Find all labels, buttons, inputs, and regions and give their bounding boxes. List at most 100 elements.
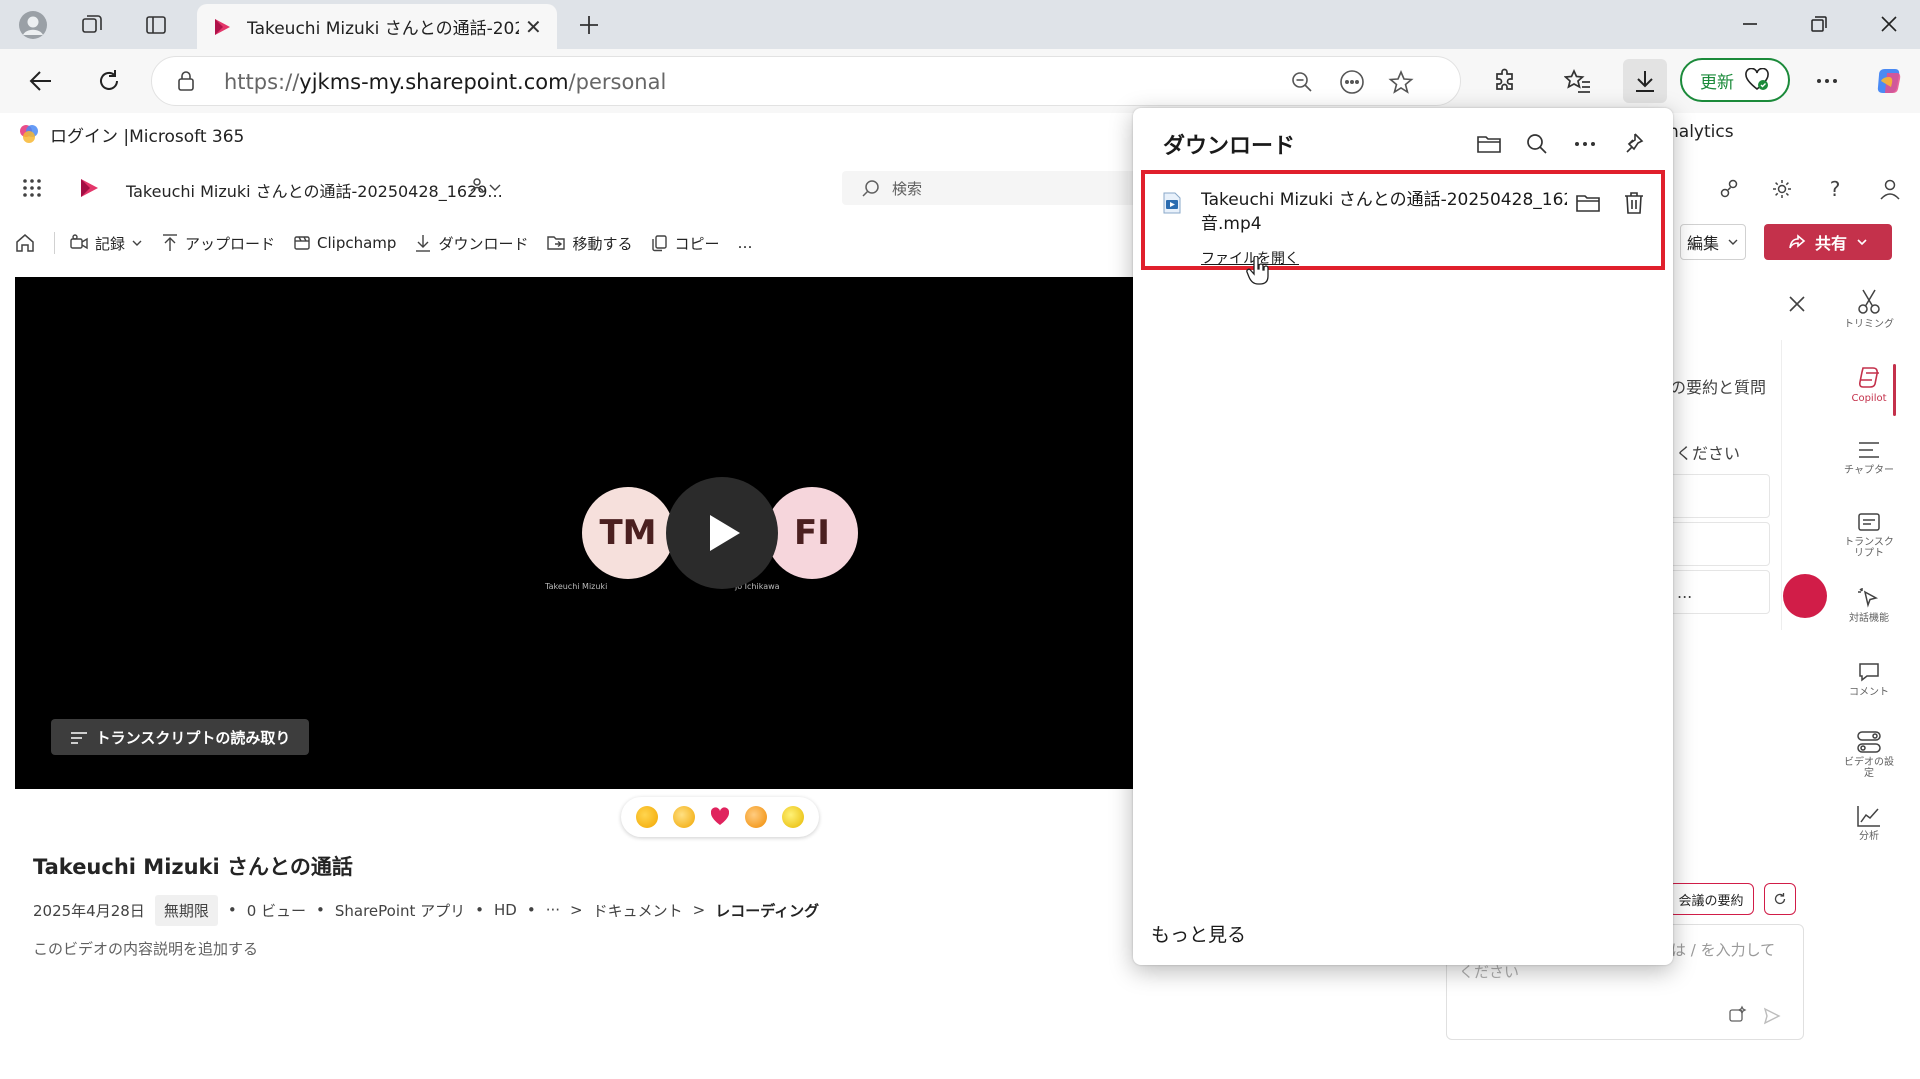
pin-icon[interactable] [1617, 128, 1649, 160]
new-tab-icon[interactable] [571, 8, 607, 42]
downloads-icon[interactable] [1623, 59, 1667, 103]
comment-icon [1859, 663, 1879, 682]
interactive-record-dot[interactable] [1783, 574, 1827, 618]
share-icon [1789, 234, 1806, 249]
rail-copilot[interactable]: Copilot [1834, 364, 1904, 404]
command-bar: 記録 アップロード Clipchamp ダウンロード 移動する コピー … [14, 222, 1128, 264]
meta-separator: • [526, 901, 536, 919]
lock-icon[interactable] [176, 70, 196, 92]
quality-label: HD [494, 901, 517, 919]
copilot-suggestion-3[interactable]: ... [1662, 570, 1770, 614]
bookmark-m365-login[interactable]: ログイン |Microsoft 365 [50, 122, 244, 147]
meta-separator: • [227, 901, 237, 919]
address-bar[interactable]: https://yjkms-my.sharepoint.com/personal [151, 56, 1461, 106]
url-text[interactable]: https://yjkms-my.sharepoint.com/personal [224, 70, 666, 94]
copy-button[interactable]: コピー [650, 233, 720, 254]
tab-close-icon[interactable]: ✕ [525, 15, 542, 39]
rail-video-settings[interactable]: ビデオの設 定 [1834, 730, 1904, 779]
share-people-dropdown-icon[interactable] [470, 176, 504, 196]
heart-reaction-icon[interactable] [709, 806, 731, 828]
clipchamp-button[interactable]: Clipchamp [293, 234, 396, 252]
video-player[interactable]: TM FI Takeuchi Mizuki jo Ichikawa トランスクリ… [15, 277, 1133, 789]
meeting-summary-chip[interactable]: 会議の要約 [1668, 883, 1754, 915]
reading-mode-icon[interactable] [1339, 69, 1365, 95]
retention-badge[interactable]: 無期限 [154, 894, 218, 926]
breadcrumb-ellipsis[interactable]: ··· [546, 901, 560, 919]
update-label: 更新 [1700, 72, 1734, 93]
upload-label: アップロード [185, 234, 276, 253]
close-window-icon[interactable] [1864, 6, 1914, 42]
see-more-link[interactable]: もっと見る [1151, 920, 1246, 947]
edit-button[interactable]: 編集 [1680, 224, 1746, 260]
clap-reaction-icon[interactable] [781, 806, 804, 828]
favorite-star-icon[interactable] [1388, 69, 1414, 95]
add-description-link[interactable]: このビデオの内容説明を追加する [33, 938, 258, 959]
open-downloads-folder-icon[interactable] [1473, 128, 1505, 160]
copilot-browser-icon[interactable] [1868, 61, 1910, 101]
downloads-more-icon[interactable] [1569, 128, 1601, 160]
settings-more-icon[interactable] [1806, 61, 1848, 101]
teams-share-icon[interactable] [1714, 174, 1744, 204]
search-downloads-icon[interactable] [1521, 128, 1553, 160]
send-icon[interactable] [1763, 1007, 1781, 1025]
help-icon[interactable]: ? [1820, 174, 1850, 204]
update-button[interactable]: 更新 [1680, 58, 1790, 102]
close-panel-icon[interactable] [1783, 290, 1811, 318]
record-camera-icon [70, 234, 88, 250]
back-icon[interactable] [20, 61, 62, 101]
copy-label: コピー [674, 234, 720, 253]
rail-analytics[interactable]: 分析 [1834, 804, 1904, 842]
transcript-read-button[interactable]: トランスクリプトの読み取り [51, 719, 309, 755]
rail-interactive[interactable]: 対話機能 [1834, 586, 1904, 624]
rail-analytics-label: 分析 [1859, 831, 1879, 842]
show-in-folder-icon[interactable] [1571, 186, 1605, 220]
profile-icon[interactable] [15, 8, 51, 42]
like-reaction-icon[interactable] [636, 806, 659, 828]
hand-cursor-icon [1246, 256, 1272, 286]
breadcrumb-recordings[interactable]: レコーディング [715, 900, 819, 921]
share-button[interactable]: 共有 [1764, 224, 1892, 260]
app-launcher-icon[interactable] [22, 178, 42, 198]
chapters-icon [1859, 442, 1879, 458]
laugh-reaction-icon[interactable] [672, 806, 695, 828]
rail-trim[interactable]: トリミング [1834, 288, 1904, 330]
chevron-down-icon [132, 240, 142, 246]
play-button[interactable] [666, 477, 778, 589]
copilot-suggestion-2[interactable] [1662, 522, 1770, 566]
tab-actions-icon[interactable] [138, 8, 174, 42]
upload-button[interactable]: アップロード [161, 233, 275, 254]
record-button[interactable]: 記録 [69, 233, 143, 254]
settings-gear-icon[interactable] [1767, 174, 1797, 204]
breadcrumb-documents[interactable]: ドキュメント [593, 900, 683, 921]
account-icon[interactable] [1875, 174, 1905, 204]
favorites-icon[interactable] [1557, 61, 1599, 101]
chevron-down-icon [1728, 239, 1738, 245]
restore-icon[interactable] [1794, 6, 1844, 42]
rail-comments[interactable]: コメント [1834, 660, 1904, 698]
home-button[interactable] [14, 232, 36, 254]
file-title[interactable]: Takeuchi Mizuki さんとの通話-20250428_1629... [126, 178, 503, 202]
download-button[interactable]: ダウンロード [414, 233, 528, 254]
rail-transcript[interactable]: トランスク リプト [1834, 512, 1904, 559]
tab-title: Takeuchi Mizuki さんとの通話-20250428_16294... [247, 19, 519, 39]
collections-icon[interactable] [74, 8, 110, 42]
extensions-icon[interactable] [1484, 61, 1526, 101]
sharepoint-search[interactable]: 検索 [842, 171, 1142, 205]
download-item[interactable]: Takeuchi Mizuki さんとの通話-20250428_162949 音… [1141, 170, 1665, 270]
copilot-suggestion-1[interactable] [1662, 474, 1770, 518]
stream-app-icon[interactable] [77, 176, 101, 200]
zoom-out-icon[interactable] [1290, 70, 1314, 94]
bookmark-analytics[interactable]: nalytics [1668, 122, 1734, 142]
rail-chapters[interactable]: チャプター [1834, 440, 1904, 476]
surprised-reaction-icon[interactable] [745, 806, 768, 828]
minimize-icon[interactable] [1725, 6, 1775, 42]
delete-trash-icon[interactable] [1617, 186, 1651, 220]
prompt-sparkle-icon[interactable] [1727, 1005, 1747, 1025]
active-tab[interactable]: Takeuchi Mizuki さんとの通話-20250428_16294...… [197, 4, 557, 49]
refresh-chip[interactable] [1764, 883, 1796, 915]
move-button[interactable]: 移動する [546, 233, 632, 254]
more-commands-button[interactable]: … [738, 234, 753, 252]
browser-nav-bar: https://yjkms-my.sharepoint.com/personal… [0, 49, 1920, 113]
meta-separator: • [475, 901, 485, 919]
refresh-icon[interactable] [88, 61, 130, 101]
